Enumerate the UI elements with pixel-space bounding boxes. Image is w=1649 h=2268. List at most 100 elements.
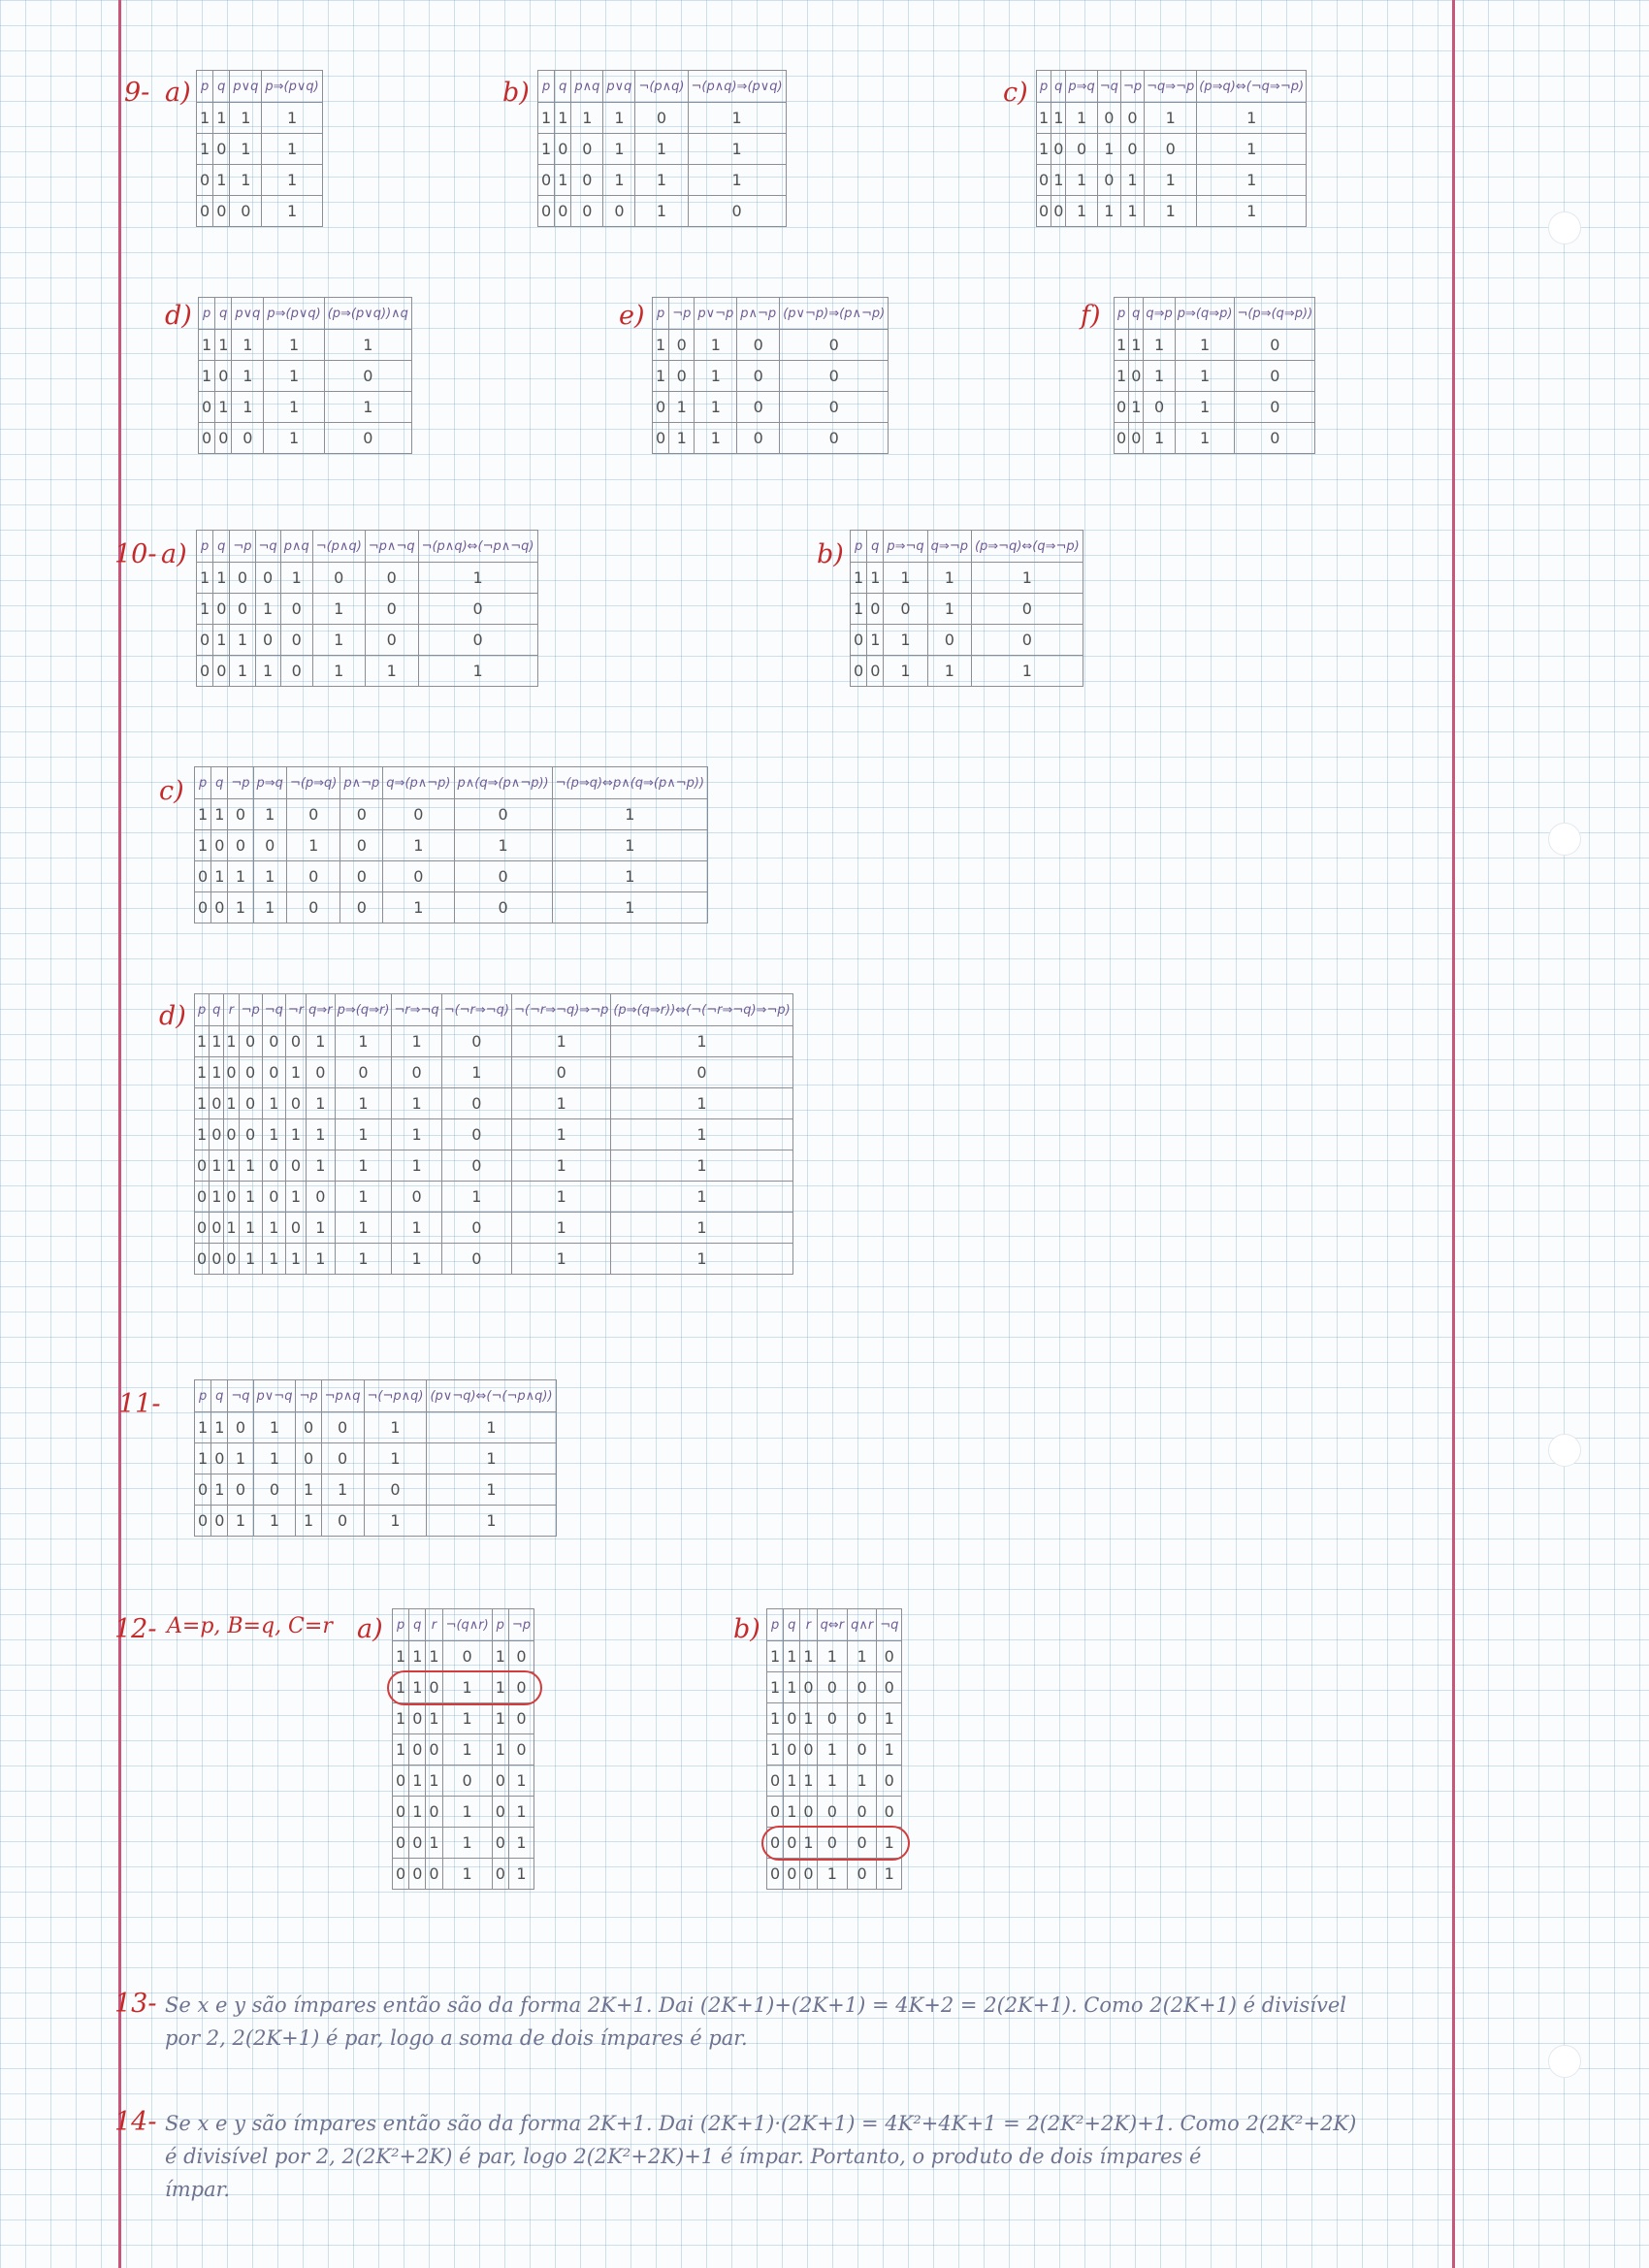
table-row: 111010 — [391, 1640, 535, 1672]
table-cell: 0 — [441, 1765, 493, 1797]
table-cell: 0 — [193, 1474, 212, 1506]
table-cell: 0 — [736, 329, 781, 361]
table-cell: 0 — [1234, 422, 1316, 454]
table-cell: 1 — [391, 1243, 442, 1275]
table-row: 101001 — [765, 1702, 903, 1734]
column-header: q — [209, 993, 225, 1026]
column-header: (p∨¬p)⇒(p∧¬p) — [779, 297, 889, 330]
table-cell: 1 — [441, 1858, 493, 1890]
table-cell: 0 — [849, 624, 868, 656]
column-header: q — [554, 70, 572, 103]
table-row: 10110 — [1113, 360, 1316, 392]
table-cell: 1 — [610, 1087, 793, 1119]
table-cell: 1 — [453, 829, 553, 861]
table-cell: 0 — [440, 1025, 513, 1057]
table-cell: 1 — [323, 329, 412, 361]
table-cell: 0 — [229, 593, 256, 625]
table-cell: 0 — [229, 562, 256, 594]
table-row: 0110111 — [1035, 164, 1308, 196]
table-cell: 1 — [425, 1702, 443, 1734]
table-cell: 0 — [306, 1181, 336, 1213]
column-header: p⇒¬q — [883, 530, 928, 563]
table-cell: 1 — [263, 391, 325, 423]
table-cell: 0 — [799, 1671, 818, 1703]
table-cell: 0 — [507, 1640, 535, 1672]
table-cell: 1 — [551, 798, 709, 830]
table-cell: 1 — [1119, 164, 1146, 196]
table-row: 000101 — [765, 1858, 903, 1890]
table-cell: 0 — [634, 102, 689, 134]
table-cell: 0 — [453, 860, 553, 892]
table-cell: 1 — [426, 1474, 557, 1506]
table-cell: 1 — [311, 624, 366, 656]
table-cell: 0 — [453, 798, 553, 830]
table-cell: 0 — [261, 1181, 286, 1213]
table-cell: 1 — [306, 1118, 336, 1150]
table-cell: 0 — [1051, 195, 1067, 227]
table-cell: 1 — [849, 593, 868, 625]
table-cell: 1 — [510, 1025, 612, 1057]
table-cell: 0 — [425, 1733, 443, 1766]
table-row: 11001001 — [195, 562, 538, 594]
table-cell: 0 — [847, 1671, 878, 1703]
table-cell: 1 — [1143, 329, 1176, 361]
table-cell: 0 — [970, 593, 1083, 625]
table-cell: 1 — [227, 860, 254, 892]
table-row: 11010011 — [193, 1411, 557, 1443]
column-header: r — [799, 1608, 818, 1641]
table-cell: 0 — [883, 593, 928, 625]
column-header: (p⇒q)⇔(¬q⇒¬p) — [1196, 70, 1308, 103]
table-cell: 1 — [491, 1702, 509, 1734]
column-header: ¬(¬r⇒¬q)⇒¬p — [510, 993, 612, 1026]
table-cell: 0 — [491, 1858, 509, 1890]
table-cell: 1 — [816, 1640, 849, 1672]
table-cell: 0 — [223, 1118, 240, 1150]
table-cell: 0 — [866, 593, 885, 625]
column-header: (p⇒(p∨q))∧q — [323, 297, 412, 330]
table-cell: 1 — [197, 329, 216, 361]
table-cell: 1 — [334, 1181, 393, 1213]
table-row: 110100001 — [193, 798, 709, 830]
header-row: p q p⇒q ¬q ¬p ¬q⇒¬p (p⇒q)⇔(¬q⇒¬p) — [1035, 70, 1308, 103]
table-cell: 1 — [536, 102, 556, 134]
table-cell: 1 — [491, 1640, 509, 1672]
table-cell: 1 — [1119, 195, 1146, 227]
table-cell: 0 — [193, 891, 212, 923]
table-row: 10010100 — [195, 593, 538, 625]
table-cell: 1 — [227, 1505, 254, 1537]
table-row: 01100 — [651, 422, 889, 454]
column-header: p∨q — [602, 70, 636, 103]
table-cell: 1 — [334, 1025, 393, 1057]
table-cell: 1 — [694, 391, 738, 423]
truth-table-9d: p q p∨q p⇒(p∨q) (p⇒(p∨q))∧q 1 1 1 1 1 1 0 1 1 0 0 1 1 1 1 0 0… — [197, 297, 412, 454]
table-cell: 1 — [285, 829, 341, 861]
table-row: 01111 — [197, 391, 412, 423]
table-cell: 0 — [1096, 164, 1121, 196]
header-row: p q ¬p ¬q p∧q ¬(p∧q) ¬p∧¬q ¬(p∧q)⇔(¬p∧¬q) — [195, 530, 538, 563]
table-cell: 0 — [440, 1118, 513, 1150]
table-row: 110000 — [765, 1671, 903, 1703]
table-cell: 1 — [261, 102, 323, 134]
table-row: 011001 — [391, 1765, 535, 1797]
table-cell: 0 — [453, 891, 553, 923]
column-header: (p⇒¬q)⇔(q⇒¬p) — [970, 530, 1083, 563]
table-cell: 0 — [340, 798, 384, 830]
table-cell: 0 — [261, 1025, 286, 1057]
table-cell: 1 — [876, 1702, 903, 1734]
table-cell: 0 — [536, 195, 556, 227]
column-header: ¬p — [1119, 70, 1146, 103]
table-row: 011110 — [765, 1765, 903, 1797]
table-cell: 1 — [694, 422, 738, 454]
table-cell: 1 — [551, 860, 709, 892]
table-cell: 0 — [311, 562, 366, 594]
column-header: r — [223, 993, 240, 1026]
table-cell: 1 — [210, 798, 229, 830]
column-header: q⇒(p∧¬p) — [382, 766, 455, 799]
exercise-10a-label: a) — [161, 539, 187, 569]
table-cell: 1 — [441, 1702, 493, 1734]
table-cell: 0 — [212, 593, 231, 625]
table-cell: 0 — [209, 1212, 225, 1244]
table-cell: 0 — [849, 655, 868, 687]
table-cell: 0 — [491, 1827, 509, 1859]
table-cell: 0 — [799, 1733, 818, 1766]
